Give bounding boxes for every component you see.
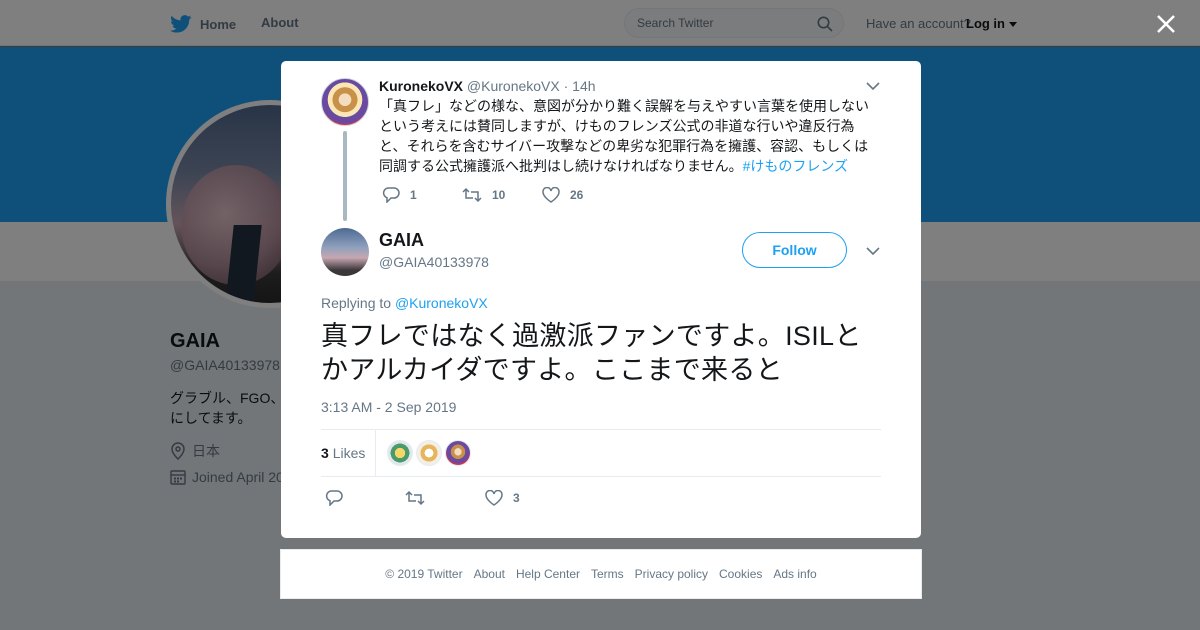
chevron-down-icon[interactable] xyxy=(865,245,881,257)
parent-tweet-actions: 1 10 26 xyxy=(382,187,622,203)
parent-author-handle[interactable]: @KuronekoVX xyxy=(467,78,560,94)
replying-to-label: Replying to xyxy=(321,295,392,311)
footer-link-help-center[interactable]: Help Center xyxy=(516,567,580,581)
parent-author-name[interactable]: KuronekoVX xyxy=(379,78,463,94)
liker-avatar[interactable] xyxy=(387,440,413,466)
reply-action[interactable]: 1 xyxy=(382,187,462,203)
footer-link-terms[interactable]: Terms xyxy=(591,567,624,581)
close-icon[interactable] xyxy=(1154,12,1178,36)
divider xyxy=(375,429,376,476)
reply-icon xyxy=(382,187,400,203)
author-name[interactable]: GAIA xyxy=(379,230,424,251)
author-handle[interactable]: @GAIA40133978 xyxy=(379,254,489,270)
liker-avatar[interactable] xyxy=(445,440,471,466)
tweet-text: 真フレではなく過激派ファンですよ。ISILとかアルカイダですよ。ここまで来ると xyxy=(321,321,862,385)
heart-icon xyxy=(542,187,560,203)
replying-to: Replying to @KuronekoVX xyxy=(321,295,488,311)
replying-to-link[interactable]: @KuronekoVX xyxy=(395,295,488,311)
likes-stat[interactable]: 3 Likes xyxy=(321,445,365,461)
like-action[interactable]: 26 xyxy=(542,187,622,203)
footer: © 2019 Twitter About Help Center Terms P… xyxy=(280,549,922,599)
follow-button[interactable]: Follow xyxy=(742,232,847,268)
hashtag-link[interactable]: #けものフレンズ xyxy=(743,158,849,174)
retweet-action[interactable] xyxy=(405,490,485,506)
retweet-count: 10 xyxy=(492,188,506,202)
likes-label: Likes xyxy=(332,445,366,461)
parent-tweet-time[interactable]: · 14h xyxy=(564,78,596,94)
parent-tweet-header: KuronekoVX @KuronekoVX · 14h xyxy=(379,78,596,94)
like-action[interactable]: 3 xyxy=(485,490,565,506)
reply-action[interactable] xyxy=(325,490,405,506)
chevron-down-icon[interactable] xyxy=(865,80,881,92)
footer-copyright: © 2019 Twitter xyxy=(385,567,463,581)
thread-connector xyxy=(343,131,347,221)
reply-icon xyxy=(325,490,343,506)
reply-count: 1 xyxy=(410,188,417,202)
retweet-action[interactable]: 10 xyxy=(462,187,542,203)
footer-link-about[interactable]: About xyxy=(474,567,505,581)
footer-link-privacy[interactable]: Privacy policy xyxy=(635,567,708,581)
divider xyxy=(321,429,881,430)
like-count: 26 xyxy=(570,188,584,202)
retweet-icon xyxy=(405,490,425,506)
divider xyxy=(321,476,881,477)
heart-icon xyxy=(485,490,503,506)
avatar[interactable] xyxy=(321,228,369,276)
tweet-actions: 3 xyxy=(325,490,565,506)
parent-tweet-text: 「真フレ」などの様な、意図が分かり難く誤解を与えやすい言葉を使用しないという考え… xyxy=(379,96,874,176)
footer-link-cookies[interactable]: Cookies xyxy=(719,567,762,581)
footer-link-ads-info[interactable]: Ads info xyxy=(773,567,816,581)
likes-count: 3 xyxy=(321,445,329,461)
liker-avatar[interactable] xyxy=(416,440,442,466)
retweet-icon xyxy=(462,187,482,203)
tweet-timestamp[interactable]: 3:13 AM - 2 Sep 2019 xyxy=(321,399,456,415)
like-count: 3 xyxy=(513,491,520,505)
avatar[interactable] xyxy=(321,78,369,126)
tweet-modal: KuronekoVX @KuronekoVX · 14h 「真フレ」などの様な、… xyxy=(281,61,921,538)
